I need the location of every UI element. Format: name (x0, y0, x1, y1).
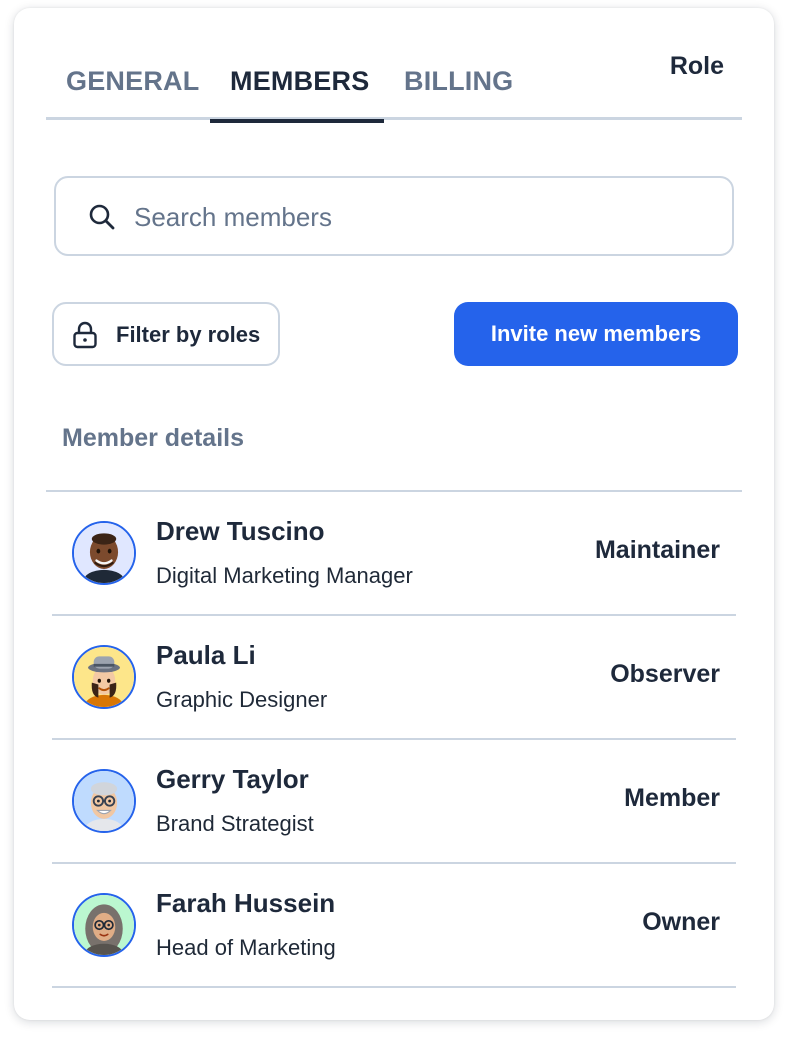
filter-by-roles-button[interactable]: Filter by roles (52, 302, 280, 366)
member-title: Brand Strategist (156, 811, 314, 836)
tab-members[interactable]: MEMBERS (210, 60, 384, 123)
avatar (72, 893, 136, 957)
member-row[interactable]: Farah Hussein Head of Marketing Owner (52, 864, 736, 988)
member-row[interactable]: Drew Tuscino Digital Marketing Manager M… (52, 492, 736, 616)
member-row[interactable]: Paula Li Graphic Designer Observer (52, 616, 736, 740)
memoji-avatar-icon (74, 771, 134, 831)
member-role[interactable]: Owner (642, 908, 720, 937)
column-header-member-details: Member details (62, 424, 245, 452)
tab-general[interactable]: GENERAL (46, 60, 210, 120)
member-title: Digital Marketing Manager (156, 563, 413, 588)
members-settings-card: GENERAL MEMBERS BILLING Filter by roles … (14, 8, 774, 1020)
member-role[interactable]: Maintainer (595, 536, 720, 565)
invite-button-label: Invite new members (490, 321, 702, 346)
avatar (72, 769, 136, 833)
member-title: Graphic Designer (156, 687, 328, 712)
member-row[interactable]: Gerry Taylor Brand Strategist Member (52, 740, 736, 864)
avatar (72, 521, 136, 585)
member-role[interactable]: Observer (610, 660, 720, 689)
avatar (72, 645, 136, 709)
memoji-avatar-icon (74, 647, 134, 707)
member-name: Paula Li (156, 640, 256, 670)
filter-button-label: Filter by roles (116, 322, 261, 347)
lock-icon (72, 321, 98, 349)
search-icon (88, 203, 116, 231)
memoji-avatar-icon (74, 523, 134, 583)
search-box (54, 176, 734, 256)
tab-billing[interactable]: BILLING (384, 60, 584, 120)
tab-bar: GENERAL MEMBERS BILLING (46, 60, 742, 123)
member-name: Gerry Taylor (156, 764, 309, 794)
invite-members-button[interactable]: Invite new members (454, 302, 738, 366)
member-role[interactable]: Member (624, 784, 720, 813)
member-name: Farah Hussein (156, 888, 336, 918)
column-header-role: Role (669, 52, 724, 80)
member-title: Head of Marketing (156, 935, 336, 960)
search-input[interactable] (134, 198, 694, 236)
member-name: Drew Tuscino (156, 516, 325, 546)
memoji-avatar-icon (74, 895, 134, 955)
